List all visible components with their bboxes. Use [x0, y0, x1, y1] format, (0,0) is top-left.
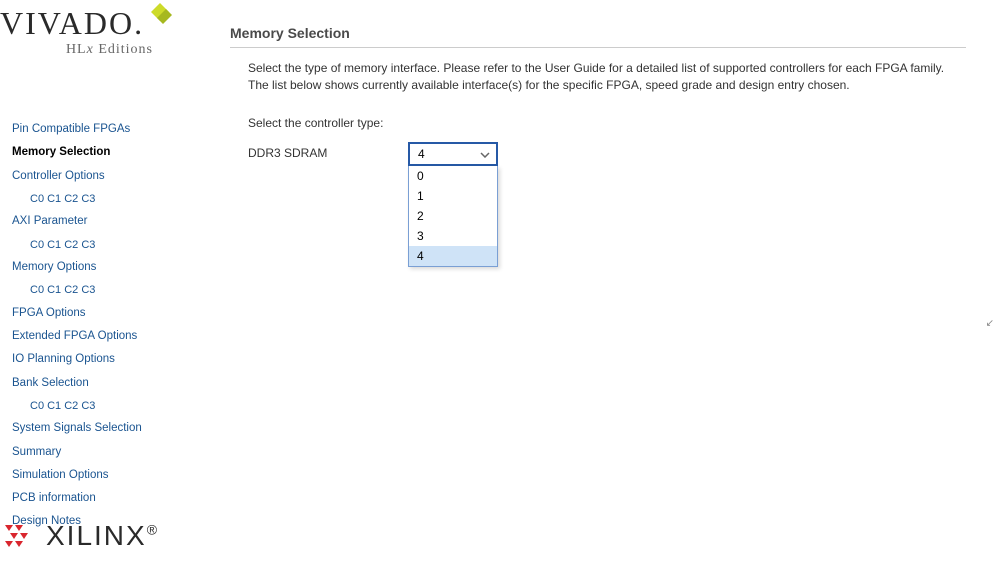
dropdown-option-1[interactable]: 1 — [409, 186, 497, 206]
sidebar-subitem-controller-options[interactable]: C0 C1 C2 C3 — [12, 188, 212, 211]
sidebar-item-extended-fpga-options[interactable]: Extended FPGA Options — [12, 325, 212, 348]
chevron-down-icon — [480, 147, 490, 161]
sidebar-item-memory-selection[interactable]: Memory Selection — [12, 141, 212, 164]
sidebar-item-io-planning-options[interactable]: IO Planning Options — [12, 348, 212, 371]
ddr3-sdram-label: DDR3 SDRAM — [248, 142, 408, 160]
sidebar-item-fpga-options[interactable]: FPGA Options — [12, 302, 212, 325]
sidebar-item-system-signals-selection[interactable]: System Signals Selection — [12, 417, 212, 440]
sidebar-item-pin-compatible-fpgas[interactable]: Pin Compatible FPGAs — [12, 118, 212, 141]
controller-count-dropdown[interactable]: 4 0 1 2 3 4 — [408, 142, 498, 166]
sidebar-item-bank-selection[interactable]: Bank Selection — [12, 372, 212, 395]
sidebar-subitem-bank-selection[interactable]: C0 C1 C2 C3 — [12, 395, 212, 418]
dropdown-selected-value: 4 — [418, 147, 425, 161]
sidebar-item-axi-parameter[interactable]: AXI Parameter — [12, 210, 212, 233]
sidebar-item-memory-options[interactable]: Memory Options — [12, 256, 212, 279]
page-title: Memory Selection — [230, 25, 966, 48]
sidebar-item-simulation-options[interactable]: Simulation Options — [12, 464, 212, 487]
sidebar-item-summary[interactable]: Summary — [12, 441, 212, 464]
resize-handle-icon[interactable]: ↙ — [986, 318, 994, 329]
vivado-logo-area: VIVADO. HLx Editions — [0, 0, 195, 105]
vivado-edition-label: HLx Editions — [0, 42, 195, 58]
page-description: Select the type of memory interface. Ple… — [248, 60, 966, 94]
sidebar-item-pcb-information[interactable]: PCB information — [12, 487, 212, 510]
sidebar-subitem-memory-options[interactable]: C0 C1 C2 C3 — [12, 279, 212, 302]
dropdown-list: 0 1 2 3 4 — [408, 166, 498, 267]
xilinx-logo: XILINX® — [4, 520, 159, 552]
dropdown-option-4[interactable]: 4 — [409, 246, 497, 266]
wizard-sidebar: Pin Compatible FPGAs Memory Selection Co… — [12, 118, 212, 534]
dropdown-option-2[interactable]: 2 — [409, 206, 497, 226]
xilinx-wordmark: XILINX® — [46, 520, 159, 552]
dropdown-option-0[interactable]: 0 — [409, 166, 497, 186]
main-panel: Memory Selection Select the type of memo… — [230, 25, 966, 166]
dropdown-select[interactable]: 4 — [408, 142, 498, 166]
controller-type-prompt: Select the controller type: — [248, 116, 966, 130]
form-row-ddr3-sdram: DDR3 SDRAM 4 0 1 2 3 4 — [248, 142, 966, 166]
sidebar-subitem-axi-parameter[interactable]: C0 C1 C2 C3 — [12, 234, 212, 257]
vivado-logo-mark — [145, 0, 175, 33]
xilinx-logo-mark — [4, 521, 38, 551]
sidebar-item-controller-options[interactable]: Controller Options — [12, 165, 212, 188]
dropdown-option-3[interactable]: 3 — [409, 226, 497, 246]
